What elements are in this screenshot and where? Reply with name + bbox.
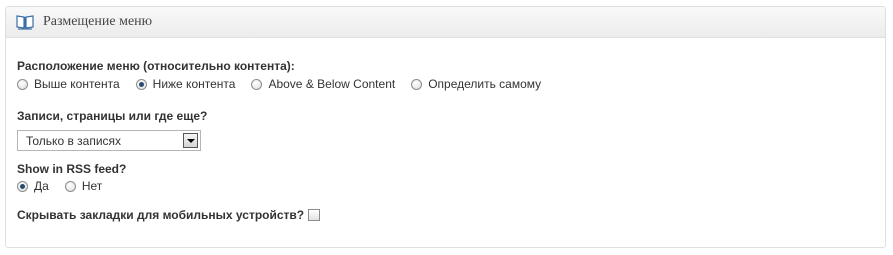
radio-option-above[interactable]: Выше контента	[17, 77, 120, 91]
radio-button[interactable]	[17, 180, 28, 192]
radio-option-label: Да	[34, 179, 49, 193]
menu-position-label: Расположение меню (относительно контента…	[17, 59, 295, 73]
radio-button[interactable]	[411, 78, 423, 90]
rss-radio-group: Да Нет	[17, 179, 118, 193]
radio-button[interactable]	[251, 78, 263, 90]
radio-button[interactable]	[64, 180, 76, 192]
mobile-hide-checkbox[interactable]	[308, 209, 321, 221]
panel-header[interactable]: Размещение меню	[6, 7, 885, 38]
radio-option-above-below[interactable]: Above & Below Content	[251, 77, 395, 91]
rss-label: Show in RSS feed?	[17, 162, 127, 176]
radio-option-label: Определить самому	[428, 77, 542, 91]
menu-position-radio-group: Выше контента Ниже контента Above & Belo…	[17, 77, 557, 91]
panel-title: Размещение меню	[43, 14, 153, 29]
chevron-down-icon[interactable]	[183, 133, 198, 148]
where-select[interactable]: Только в записях	[17, 130, 201, 151]
where-label: Записи, страницы или где еще?	[17, 109, 208, 123]
where-select-value: Только в записях	[26, 133, 122, 148]
radio-option-yes[interactable]: Да	[17, 179, 49, 193]
radio-option-custom[interactable]: Определить самому	[411, 77, 541, 91]
radio-option-label: Ниже контента	[152, 77, 236, 91]
radio-button[interactable]	[17, 78, 28, 90]
radio-option-label: Выше контента	[34, 77, 120, 91]
mobile-hide-label: Скрывать закладки для мобильных устройст…	[17, 208, 305, 222]
radio-button[interactable]	[135, 78, 147, 90]
mobile-hide-row: Скрывать закладки для мобильных устройст…	[17, 208, 321, 222]
radio-option-no[interactable]: Нет	[64, 179, 103, 193]
radio-option-below[interactable]: Ниже контента	[135, 77, 236, 91]
book-icon	[16, 14, 34, 30]
radio-option-label: Нет	[81, 179, 103, 193]
radio-option-label: Above & Below Content	[268, 77, 396, 91]
menu-placement-panel: Размещение меню Расположение меню (относ…	[5, 6, 886, 248]
